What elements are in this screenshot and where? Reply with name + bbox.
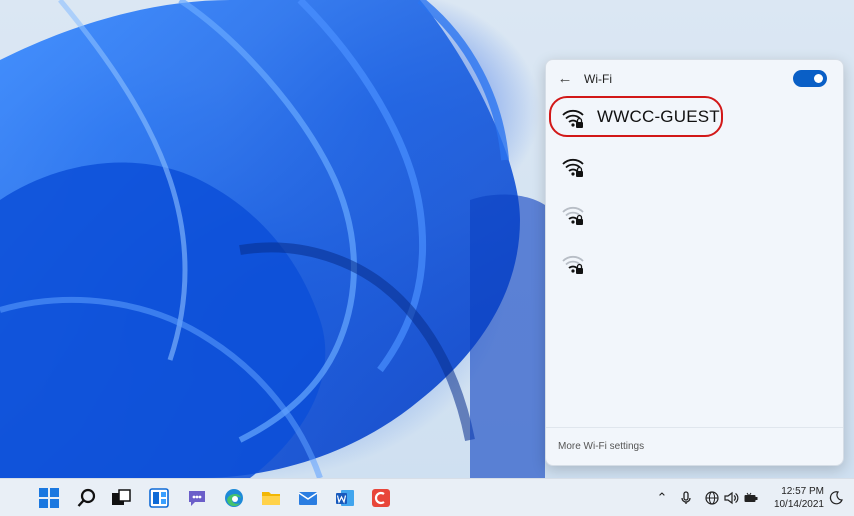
toggle-knob [814,74,823,83]
clock[interactable]: 12:57 PM 10/14/2021 [770,485,824,511]
network-item[interactable] [556,197,834,233]
highlight-ring [549,96,723,137]
network-item[interactable] [556,149,834,185]
taskbar: ⌃ 12:57 PM 10/14/2021 [0,478,854,516]
file-explorer-icon[interactable] [260,487,282,509]
teams-chat-icon[interactable] [186,487,208,509]
microphone-icon[interactable] [678,490,694,506]
wifi-weak-secured-icon [562,206,584,225]
chevron-up-icon[interactable]: ⌃ [654,490,670,506]
flyout-header: ← Wi-Fi [546,60,843,98]
more-wifi-settings-link[interactable]: More Wi-Fi settings [558,441,644,452]
focus-moon-icon[interactable] [828,490,844,506]
windows-start-icon[interactable] [38,487,60,509]
clock-date: 10/14/2021 [773,499,824,510]
flyout-footer: More Wi-Fi settings [546,427,843,465]
task-view-icon[interactable] [110,487,132,509]
network-globe-icon[interactable] [704,490,720,506]
app-icon[interactable] [370,487,392,509]
network-item[interactable] [556,246,834,282]
wifi-secured-icon [562,158,584,177]
battery-icon[interactable] [743,490,759,506]
search-icon[interactable] [76,487,98,509]
volume-icon[interactable] [723,490,739,506]
wifi-toggle[interactable] [793,70,827,87]
back-arrow-icon[interactable]: ← [556,70,574,88]
flyout-title: Wi-Fi [584,72,612,86]
word-icon[interactable] [334,487,356,509]
widgets-icon[interactable] [148,487,170,509]
edge-icon[interactable] [223,487,245,509]
mail-icon[interactable] [297,487,319,509]
wifi-weak-secured-icon [562,255,584,274]
clock-time: 12:57 PM [781,486,824,497]
